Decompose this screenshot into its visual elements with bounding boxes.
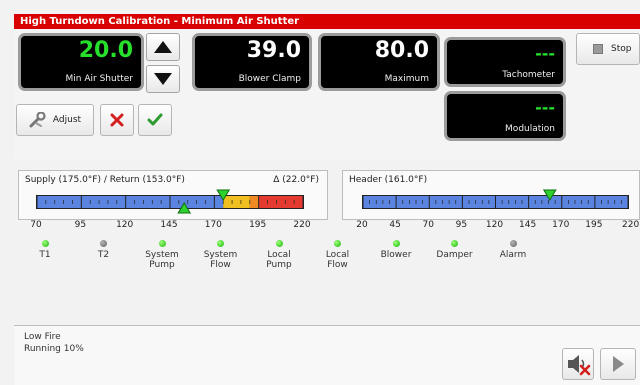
maximum-readout: 80.0 Maximum: [318, 33, 440, 91]
check-icon: [147, 113, 163, 126]
indicator-local-pump: Local Pump: [254, 240, 304, 270]
maximum-value: 80.0: [374, 38, 429, 63]
indicator-label: Blower: [380, 250, 412, 260]
play-button[interactable]: [600, 348, 636, 380]
supply-scale-label: 70: [30, 220, 42, 230]
indicator-label: Alarm: [499, 250, 527, 260]
status-led-icon: [334, 240, 341, 247]
supply-return-bar: [36, 189, 304, 214]
indicator-t1: T1: [20, 240, 70, 260]
indicator-t2: T2: [79, 240, 129, 260]
supply-scale-label: 195: [249, 220, 267, 230]
min-air-shutter-value: 20.0: [78, 38, 133, 63]
header-scale-label: 70: [422, 220, 434, 230]
supply-zone-3: [258, 196, 303, 208]
header-scale-label: 170: [552, 220, 570, 230]
status-led-icon: [509, 240, 517, 247]
indicator-label: Local Pump: [266, 250, 292, 270]
status-led-icon: [275, 240, 283, 247]
status-line-2: Running 10%: [24, 344, 84, 354]
supply-scale-label: 220: [293, 220, 311, 230]
stop-button[interactable]: Stop: [576, 33, 640, 65]
confirm-button[interactable]: [138, 104, 172, 136]
blower-clamp-label: Blower Clamp: [238, 74, 301, 84]
blower-clamp-readout: 39.0 Blower Clamp: [192, 33, 312, 91]
header-bar: [362, 189, 629, 209]
play-icon: [613, 356, 624, 372]
status-led-icon: [41, 240, 49, 247]
status-led-icon: [392, 240, 400, 247]
decrease-button[interactable]: [146, 65, 180, 93]
indicator-blower: Blower: [371, 240, 421, 260]
cancel-button[interactable]: [100, 104, 134, 136]
x-icon: [110, 113, 124, 127]
indicator-alarm: Alarm: [488, 240, 538, 260]
speaker-muted-icon: [568, 355, 591, 376]
supply-zone-0: [37, 196, 224, 208]
supply-scale-label: 120: [116, 220, 134, 230]
min-air-shutter-readout: 20.0 Min Air Shutter: [18, 33, 144, 91]
indicator-label: Damper: [436, 250, 473, 260]
supply-scale-label: 170: [204, 220, 222, 230]
status-led-icon: [158, 240, 166, 247]
stop-label: Stop: [611, 44, 632, 54]
supply-scale-label: 95: [74, 220, 87, 230]
header-scale-label: 120: [485, 220, 504, 230]
supply-scale-label: 145: [160, 220, 178, 230]
adjust-label: Adjust: [52, 115, 82, 125]
tachometer-readout: --- Tachometer: [444, 37, 566, 87]
header-scale-label: 145: [519, 220, 537, 230]
adjust-button[interactable]: Adjust: [16, 104, 94, 136]
supply-return-gauge: Supply (175.0°F) / Return (153.0°F) Δ (2…: [18, 170, 328, 220]
status-led-icon: [451, 240, 458, 247]
status-led-icon: [217, 240, 224, 247]
increase-button[interactable]: [146, 33, 180, 61]
tachometer-value: ---: [535, 44, 555, 63]
maximum-label: Maximum: [384, 74, 429, 84]
modulation-label: Modulation: [505, 124, 555, 134]
readout-panel: 20.0 Min Air Shutter 39.0 Blower Clamp 8…: [14, 29, 640, 159]
modulation-value: ---: [535, 98, 555, 117]
blower-clamp-value: 39.0: [246, 38, 301, 63]
arrow-down-icon: [154, 73, 172, 85]
arrow-up-icon: [154, 41, 172, 53]
supply-zone-1: [223, 196, 250, 208]
indicator-label: System Flow: [203, 250, 238, 270]
indicator-label: Local Flow: [325, 250, 350, 270]
indicator-system-pump: System Pump: [137, 240, 187, 270]
indicator-local-flow: Local Flow: [313, 240, 363, 270]
header-scale-label: 220: [622, 220, 640, 230]
indicator-damper: Damper: [430, 240, 480, 260]
header-scale-label: 20: [356, 220, 368, 230]
mute-button[interactable]: [562, 348, 594, 380]
wrench-icon: [29, 112, 46, 128]
header-scale-label: 195: [585, 220, 603, 230]
header-gauge: Header (161.0°F): [342, 170, 640, 220]
indicator-label: T1: [39, 250, 51, 260]
indicator-system-flow: System Flow: [196, 240, 246, 270]
status-line-1: Low Fire: [24, 332, 61, 342]
header-scale-label: 45: [389, 220, 401, 230]
stop-icon: [593, 44, 603, 54]
tachometer-label: Tachometer: [502, 70, 555, 80]
indicator-label: T2: [97, 250, 110, 260]
header-scale-label: 95: [455, 220, 468, 230]
window-title: High Turndown Calibration - Minimum Air …: [14, 14, 640, 29]
status-bar: Low Fire Running 10%: [14, 325, 640, 385]
supply-zone-2: [249, 196, 259, 208]
status-led-icon: [100, 240, 107, 247]
indicator-label: System Pump: [145, 250, 179, 270]
min-air-shutter-label: Min Air Shutter: [65, 74, 133, 84]
modulation-readout: --- Modulation: [444, 91, 566, 141]
